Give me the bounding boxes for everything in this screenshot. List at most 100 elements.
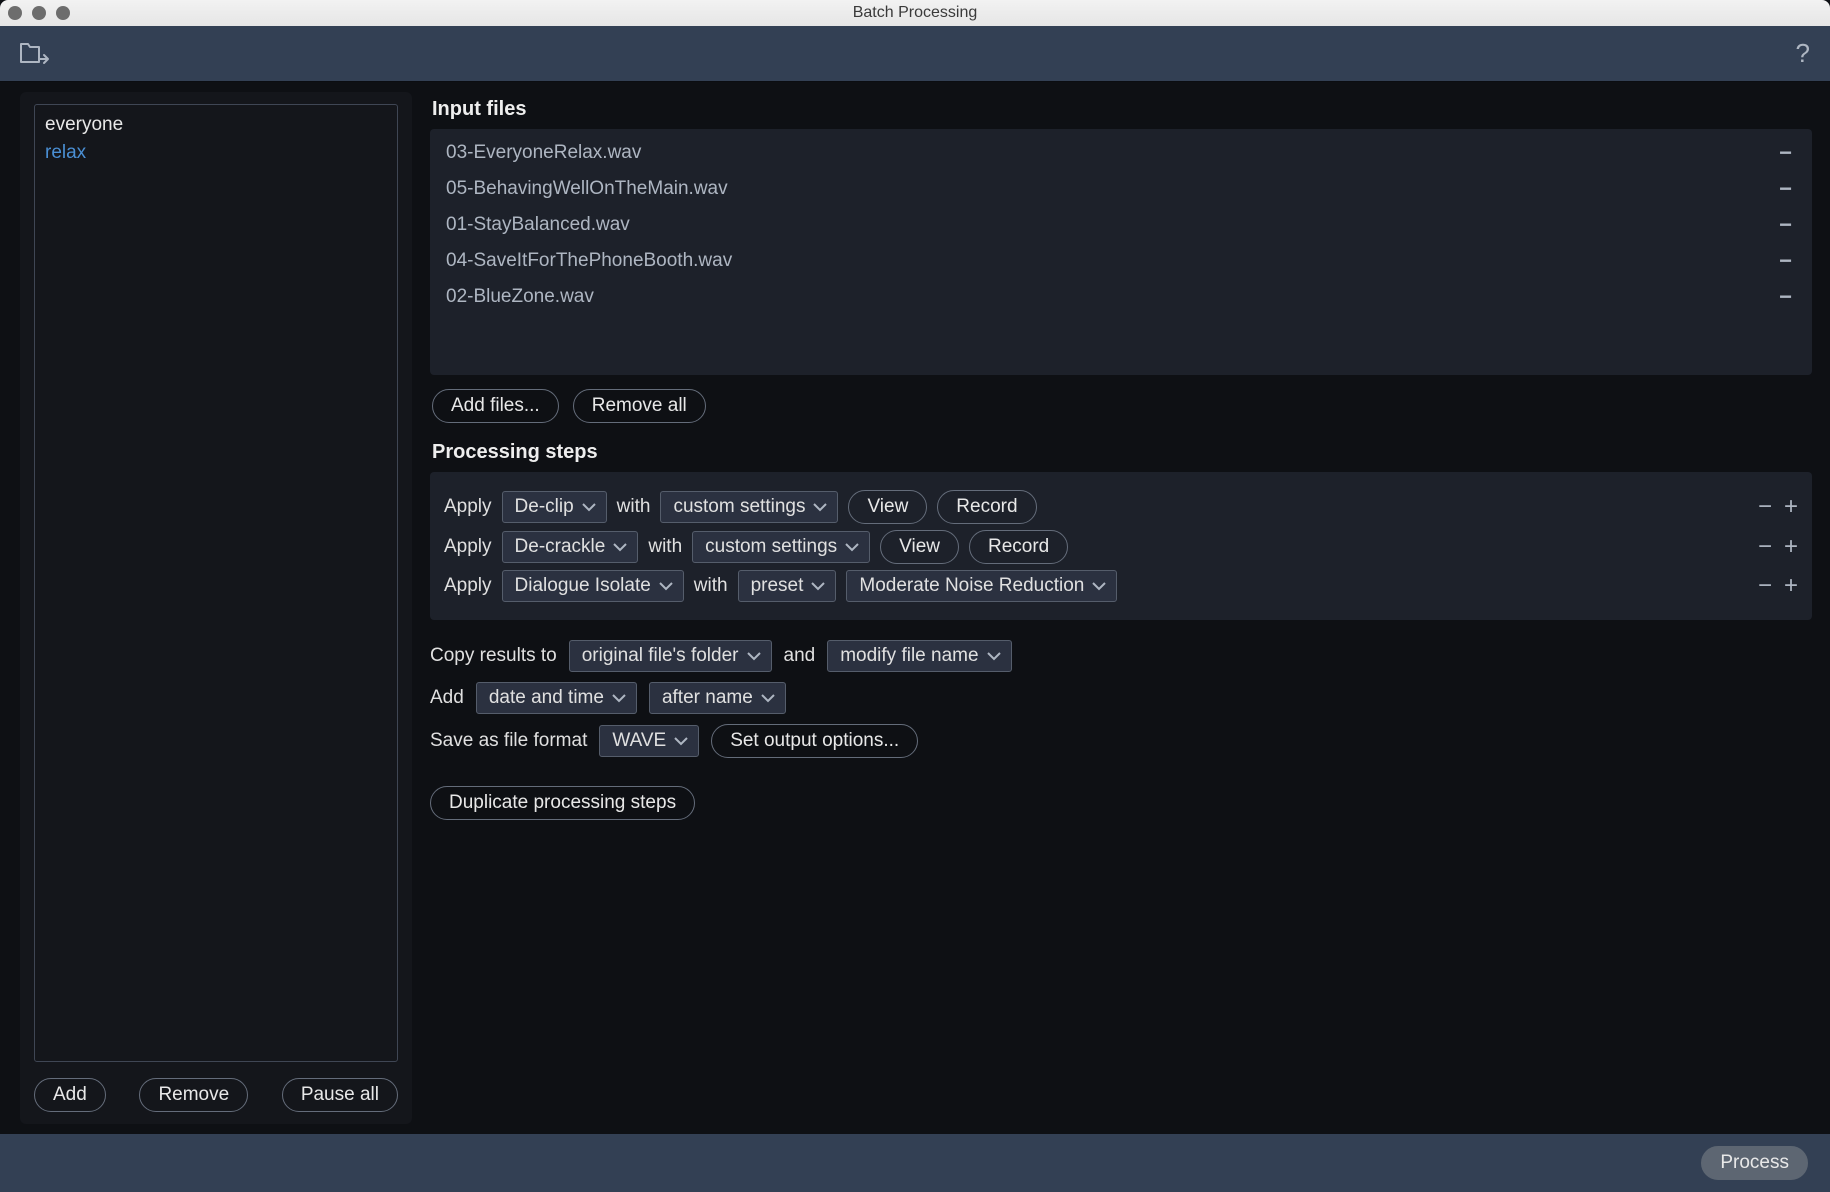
name-action-select[interactable]: modify file name xyxy=(827,640,1011,672)
remove-file-icon[interactable]: − xyxy=(1775,248,1796,274)
add-step-icon[interactable]: + xyxy=(1784,495,1798,519)
processing-steps-heading: Processing steps xyxy=(432,441,1812,464)
window-title: Batch Processing xyxy=(0,4,1830,22)
processing-steps-box: Apply De-clip with custom settings View Recor… xyxy=(430,472,1812,620)
name-action-value: modify file name xyxy=(840,645,978,667)
copy-results-to-label: Copy results to xyxy=(430,645,557,667)
apply-label: Apply xyxy=(444,496,492,518)
input-files-heading: Input files xyxy=(432,98,1812,121)
mode-value: custom settings xyxy=(705,536,837,558)
input-file-row[interactable]: 01-StayBalanced.wav − xyxy=(430,207,1812,243)
input-file-name: 04-SaveItForThePhoneBooth.wav xyxy=(446,250,732,272)
batch-list-item[interactable]: relax xyxy=(45,139,387,167)
chevron-down-icon xyxy=(747,651,761,661)
module-select[interactable]: De-crackle xyxy=(502,531,639,563)
chevron-down-icon xyxy=(613,542,627,552)
batch-list-panel: everyonerelax Add Remove Pause all xyxy=(20,92,412,1124)
chevron-down-icon xyxy=(845,542,859,552)
module-select[interactable]: Dialogue Isolate xyxy=(502,570,684,602)
module-value: De-clip xyxy=(515,496,574,518)
input-file-name: 03-EveryoneRelax.wav xyxy=(446,142,641,164)
chevron-down-icon xyxy=(813,502,827,512)
minimize-window-button[interactable] xyxy=(32,6,46,20)
mode-value: preset xyxy=(751,575,804,597)
with-label: with xyxy=(648,536,682,558)
batch-remove-button[interactable]: Remove xyxy=(139,1078,248,1112)
mode-select[interactable]: custom settings xyxy=(660,491,838,523)
add-where-select[interactable]: after name xyxy=(649,682,786,714)
remove-all-files-button[interactable]: Remove all xyxy=(573,389,706,423)
add-label: Add xyxy=(430,687,464,709)
right-panel: Input files 03-EveryoneRelax.wav−05-Beha… xyxy=(420,82,1830,1134)
preset-value: Moderate Noise Reduction xyxy=(859,575,1084,597)
input-file-row[interactable]: 02-BlueZone.wav − xyxy=(430,279,1812,315)
module-value: Dialogue Isolate xyxy=(515,575,651,597)
input-file-name: 01-StayBalanced.wav xyxy=(446,214,630,236)
record-button[interactable]: Record xyxy=(969,530,1068,564)
remove-file-icon[interactable]: − xyxy=(1775,176,1796,202)
mode-select[interactable]: preset xyxy=(738,570,837,602)
remove-file-icon[interactable]: − xyxy=(1775,284,1796,310)
remove-step-icon[interactable]: − xyxy=(1758,574,1772,598)
batch-list-item[interactable]: everyone xyxy=(45,111,387,139)
remove-file-icon[interactable]: − xyxy=(1775,140,1796,166)
process-button[interactable]: Process xyxy=(1701,1146,1808,1180)
input-files-box: 03-EveryoneRelax.wav−05-BehavingWellOnTh… xyxy=(430,129,1812,375)
main-area: everyonerelax Add Remove Pause all Input… xyxy=(0,82,1830,1134)
processing-step-row: Apply Dialogue Isolate with preset Moderate … xyxy=(444,570,1798,602)
batch-add-button[interactable]: Add xyxy=(34,1078,106,1112)
add-what-select[interactable]: date and time xyxy=(476,682,637,714)
chevron-down-icon xyxy=(582,502,596,512)
batch-pause-all-button[interactable]: Pause all xyxy=(282,1078,398,1112)
mode-select[interactable]: custom settings xyxy=(692,531,870,563)
chevron-down-icon xyxy=(761,693,775,703)
with-label: with xyxy=(694,575,728,597)
duplicate-steps-button[interactable]: Duplicate processing steps xyxy=(430,786,695,820)
chevron-down-icon xyxy=(987,651,1001,661)
with-label: with xyxy=(617,496,651,518)
chevron-down-icon xyxy=(1092,581,1106,591)
app-toolbar: ? xyxy=(0,26,1830,82)
folder-send-icon[interactable] xyxy=(20,41,50,67)
module-value: De-crackle xyxy=(515,536,606,558)
apply-label: Apply xyxy=(444,536,492,558)
preset-select[interactable]: Moderate Noise Reduction xyxy=(846,570,1117,602)
zoom-window-button[interactable] xyxy=(56,6,70,20)
add-what-value: date and time xyxy=(489,687,604,709)
chevron-down-icon xyxy=(659,581,673,591)
module-select[interactable]: De-clip xyxy=(502,491,607,523)
record-button[interactable]: Record xyxy=(937,490,1036,524)
input-file-row[interactable]: 04-SaveItForThePhoneBooth.wav − xyxy=(430,243,1812,279)
add-step-icon[interactable]: + xyxy=(1784,574,1798,598)
batch-list[interactable]: everyonerelax xyxy=(34,104,398,1062)
set-output-options-button[interactable]: Set output options... xyxy=(711,724,918,758)
format-select[interactable]: WAVE xyxy=(599,725,699,757)
titlebar: Batch Processing xyxy=(0,0,1830,26)
processing-step-row: Apply De-clip with custom settings View Recor… xyxy=(444,490,1798,524)
close-window-button[interactable] xyxy=(8,6,22,20)
add-where-value: after name xyxy=(662,687,753,709)
input-file-row[interactable]: 05-BehavingWellOnTheMain.wav − xyxy=(430,171,1812,207)
add-files-button[interactable]: Add files... xyxy=(432,389,559,423)
save-format-label: Save as file format xyxy=(430,730,587,752)
view-button[interactable]: View xyxy=(880,530,959,564)
remove-step-icon[interactable]: − xyxy=(1758,535,1772,559)
dest-select-value: original file's folder xyxy=(582,645,739,667)
input-file-name: 05-BehavingWellOnTheMain.wav xyxy=(446,178,728,200)
input-file-name: 02-BlueZone.wav xyxy=(446,286,594,308)
format-value: WAVE xyxy=(612,730,666,752)
apply-label: Apply xyxy=(444,575,492,597)
processing-step-row: Apply De-crackle with custom settings View Re… xyxy=(444,530,1798,564)
help-icon[interactable]: ? xyxy=(1796,38,1810,69)
output-options: Copy results to original file's folder a… xyxy=(430,640,1812,820)
remove-file-icon[interactable]: − xyxy=(1775,212,1796,238)
remove-step-icon[interactable]: − xyxy=(1758,495,1772,519)
chevron-down-icon xyxy=(811,581,825,591)
mode-value: custom settings xyxy=(673,496,805,518)
dest-select[interactable]: original file's folder xyxy=(569,640,772,672)
add-step-icon[interactable]: + xyxy=(1784,535,1798,559)
input-file-row[interactable]: 03-EveryoneRelax.wav − xyxy=(430,135,1812,171)
chevron-down-icon xyxy=(612,693,626,703)
view-button[interactable]: View xyxy=(848,490,927,524)
footer: Process xyxy=(0,1134,1830,1192)
